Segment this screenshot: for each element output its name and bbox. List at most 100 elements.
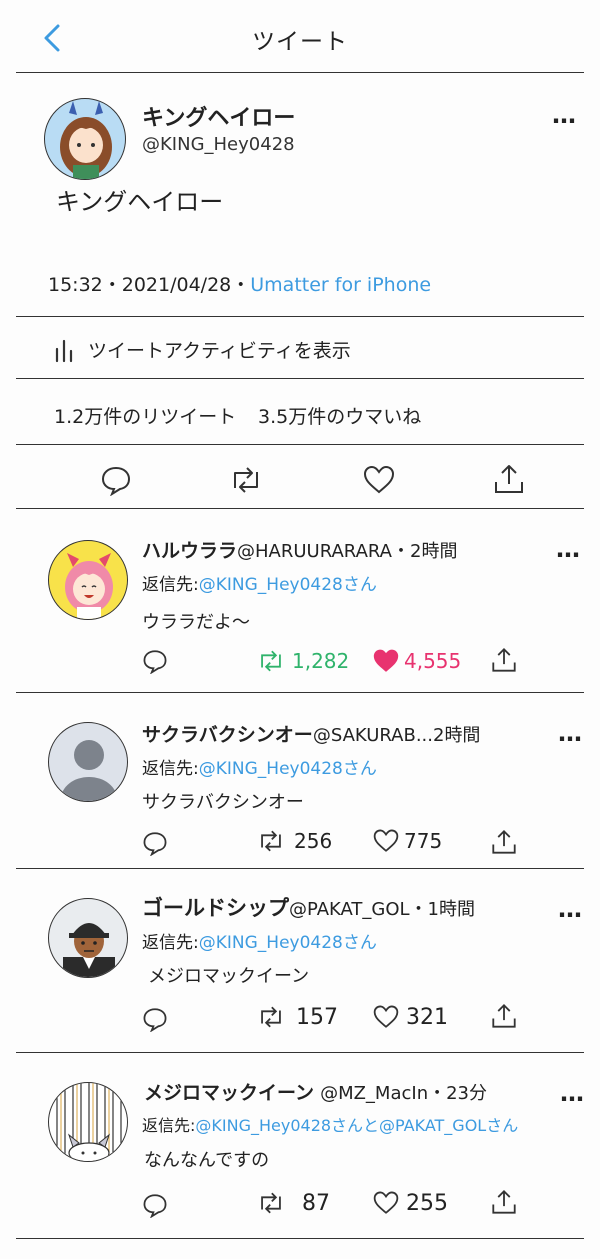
- retweet-arrows-icon: [261, 650, 281, 672]
- retweet-arrows-icon: [234, 467, 258, 493]
- like-button[interactable]: [362, 464, 396, 496]
- divider: [16, 508, 584, 509]
- reply-author-name[interactable]: サクラバクシンオー: [142, 724, 313, 746]
- speech-bubble-icon: [143, 1194, 167, 1218]
- divider: [16, 316, 584, 317]
- more-options-icon[interactable]: …: [558, 897, 583, 921]
- like-button[interactable]: 4,555: [372, 648, 461, 674]
- reply-prefix: 返信先:: [142, 933, 199, 953]
- reply-to-link[interactable]: @KING_Hey0428さん: [199, 575, 377, 595]
- retweet-button[interactable]: 256: [256, 828, 332, 854]
- reply-header: メジロマックイーン @MZ_MacIn・23分: [144, 1078, 487, 1105]
- share-button[interactable]: [492, 462, 526, 496]
- retweet-button[interactable]: 157: [256, 1004, 338, 1030]
- divider: [16, 692, 584, 693]
- reply-header: ハルウララ@HARUURARARA・2時間: [142, 536, 457, 563]
- like-count: 775: [404, 829, 443, 853]
- reply-prefix: 返信先:: [142, 1116, 196, 1135]
- share-upload-icon: [495, 465, 523, 493]
- like-button[interactable]: 255: [372, 1190, 448, 1216]
- heart-icon: [373, 649, 399, 672]
- like-button[interactable]: 321: [372, 1004, 448, 1030]
- reply-button[interactable]: [100, 464, 132, 496]
- header-divider: [16, 72, 584, 73]
- like-count: 321: [406, 1004, 448, 1030]
- retweet-button[interactable]: [228, 464, 264, 496]
- share-button[interactable]: [490, 1188, 518, 1216]
- avatar[interactable]: [48, 540, 128, 620]
- reply-to-line: 返信先:@KING_Hey0428さんと@PAKAT_GOLさん: [142, 1112, 518, 1136]
- author-handle[interactable]: @KING_Hey0428: [142, 134, 295, 155]
- reply-handle-time[interactable]: @HARUURARARA・2時間: [237, 541, 457, 562]
- reply-button[interactable]: [142, 648, 168, 674]
- retweet-count: 1,282: [292, 649, 350, 673]
- avatar[interactable]: [44, 98, 126, 180]
- divider: [16, 444, 584, 445]
- retweet-arrows-icon: [261, 1006, 281, 1028]
- reply-author-name[interactable]: メジロマックイーン: [144, 1082, 314, 1104]
- reply-text: ウララだよ〜: [142, 612, 250, 633]
- avatar[interactable]: [48, 898, 128, 978]
- reply-to-link[interactable]: @KING_Hey0428さん: [199, 933, 377, 953]
- reply-text: メジロマックイーン: [148, 966, 310, 987]
- reply-button[interactable]: [142, 830, 168, 856]
- like-stat[interactable]: 3.5万件のウマいね: [258, 402, 421, 429]
- reply-to-line: 返信先:@KING_Hey0428さん: [142, 570, 377, 595]
- more-options-icon[interactable]: …: [556, 537, 581, 561]
- activity-link[interactable]: ツイートアクティビティを表示: [52, 334, 351, 364]
- share-button[interactable]: [490, 1002, 518, 1030]
- retweet-button[interactable]: 1,282: [256, 648, 349, 674]
- retweet-count: 87: [302, 1190, 330, 1216]
- reply-text: なんなんですの: [144, 1150, 270, 1171]
- divider: [16, 1238, 584, 1239]
- speech-bubble-icon: [143, 650, 167, 674]
- heart-icon: [373, 1005, 399, 1028]
- reply-text: サクラバクシンオー: [142, 792, 304, 813]
- reply-handle-time[interactable]: @PAKAT_GOL・1時間: [289, 899, 475, 920]
- reply-handle-time[interactable]: @MZ_MacIn・23分: [320, 1083, 487, 1104]
- share-button[interactable]: [490, 828, 518, 856]
- tweet-time: 15:32・2021/04/28・: [48, 274, 251, 296]
- reply-header: ゴールドシップ@PAKAT_GOL・1時間: [142, 892, 475, 922]
- reply-to-link[interactable]: @KING_Hey0428さん: [199, 759, 377, 779]
- reply-to-line: 返信先:@KING_Hey0428さん: [142, 754, 377, 779]
- share-upload-icon: [492, 1004, 516, 1028]
- reply-to-line: 返信先:@KING_Hey0428さん: [142, 928, 377, 953]
- speech-bubble-icon: [101, 466, 131, 496]
- retweet-stat[interactable]: 1.2万件のリツイート: [54, 402, 236, 429]
- reply-button[interactable]: [142, 1192, 168, 1218]
- tweet-text: キングヘイロー: [56, 188, 224, 216]
- share-upload-icon: [492, 1190, 516, 1214]
- reply-author-name[interactable]: ゴールドシップ: [142, 896, 289, 920]
- author-name[interactable]: キングヘイロー: [142, 100, 295, 132]
- more-options-icon[interactable]: …: [558, 721, 583, 745]
- like-count: 255: [406, 1190, 448, 1216]
- speech-bubble-icon: [143, 1008, 167, 1032]
- share-button[interactable]: [490, 646, 518, 674]
- like-count: 4,555: [404, 649, 462, 673]
- reply-prefix: 返信先:: [142, 575, 199, 595]
- avatar[interactable]: [48, 722, 128, 802]
- retweet-count: 256: [294, 829, 333, 853]
- share-upload-icon: [492, 648, 516, 672]
- speech-bubble-icon: [143, 832, 167, 856]
- retweet-button[interactable]: 87: [256, 1190, 330, 1216]
- more-options-icon[interactable]: …: [560, 1081, 585, 1105]
- heart-icon: [363, 465, 395, 494]
- tweet-client-link[interactable]: Umatter for iPhone: [250, 274, 431, 296]
- reply-header: サクラバクシンオー@SAKURAB...2時間: [142, 720, 480, 747]
- bar-chart-icon: [55, 339, 73, 363]
- more-options-icon[interactable]: …: [552, 103, 577, 127]
- reply-to-link[interactable]: @KING_Hey0428さんと@PAKAT_GOLさん: [195, 1116, 518, 1135]
- divider: [16, 868, 584, 869]
- retweet-arrows-icon: [261, 830, 281, 852]
- activity-label: ツイートアクティビティを表示: [88, 339, 351, 362]
- divider: [16, 378, 584, 379]
- reply-button[interactable]: [142, 1006, 168, 1032]
- avatar[interactable]: [48, 1082, 128, 1162]
- reply-handle-time[interactable]: @SAKURAB...2時間: [313, 725, 481, 746]
- retweet-count: 157: [296, 1004, 338, 1030]
- heart-icon: [373, 1191, 399, 1214]
- reply-author-name[interactable]: ハルウララ: [142, 540, 237, 562]
- like-button[interactable]: 775: [372, 828, 442, 854]
